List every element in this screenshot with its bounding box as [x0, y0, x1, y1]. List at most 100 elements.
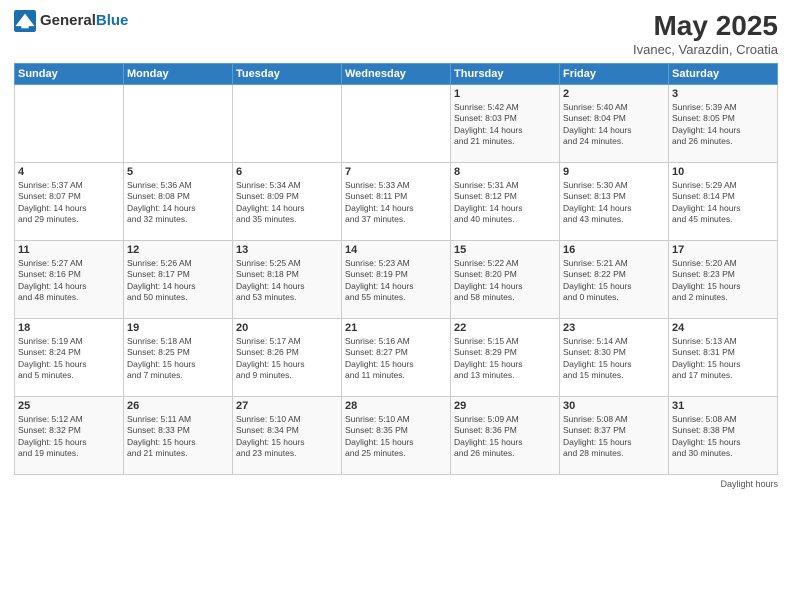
calendar-cell: 25 Sunrise: 5:12 AM Sunset: 8:32 PM Dayli… [15, 397, 124, 475]
calendar-cell: 16Sunrise: 5:21 AM Sunset: 8:22 PM Dayli… [560, 241, 669, 319]
calendar-cell: 30 Sunrise: 5:08 AM Sunset: 8:37 PM Dayli… [560, 397, 669, 475]
calendar-cell: 31 Sunrise: 5:08 AM Sunset: 8:38 PM Dayli… [669, 397, 778, 475]
day-number: 21 [345, 322, 447, 334]
calendar-cell: 3Sunrise: 5:39 AM Sunset: 8:05 PM Daylig… [669, 85, 778, 163]
day-info: Sunrise: 5:34 AM Sunset: 8:09 PM Dayligh… [236, 180, 338, 226]
day-number: 18 [18, 322, 120, 334]
day-number: 24 [672, 322, 774, 334]
day-number: 26 [127, 400, 229, 412]
calendar-table: Sunday Monday Tuesday Wednesday Thursday… [14, 63, 778, 475]
calendar-cell: 6 Sunrise: 5:34 AM Sunset: 8:09 PM Daylig… [233, 163, 342, 241]
day-number: 30 [563, 400, 665, 412]
logo-text-blue: Blue [96, 12, 129, 29]
day-info: Sunrise: 5:37 AM Sunset: 8:07 PM Dayligh… [18, 180, 120, 226]
day-number: 23 [563, 322, 665, 334]
day-number: 19 [127, 322, 229, 334]
day-info: Sunrise: 5:22 AM Sunset: 8:20 PM Dayligh… [454, 258, 556, 304]
day-info: Sunrise: 5:30 AM Sunset: 8:13 PM Dayligh… [563, 180, 665, 226]
day-number: 15 [454, 244, 556, 256]
header-row: Sunday Monday Tuesday Wednesday Thursday… [15, 64, 778, 85]
day-info: Sunrise: 5:36 AM Sunset: 8:08 PM Dayligh… [127, 180, 229, 226]
day-number: 22 [454, 322, 556, 334]
day-info: Sunrise: 5:18 AM Sunset: 8:25 PM Dayligh… [127, 336, 229, 382]
day-info: Sunrise: 5:42 AM Sunset: 8:03 PM Dayligh… [454, 102, 556, 148]
day-number: 17 [672, 244, 774, 256]
calendar-cell [233, 85, 342, 163]
day-number: 5 [127, 166, 229, 178]
day-number: 28 [345, 400, 447, 412]
calendar-cell: 9 Sunrise: 5:30 AM Sunset: 8:13 PM Daylig… [560, 163, 669, 241]
col-wednesday: Wednesday [342, 64, 451, 85]
calendar-cell: 11 Sunrise: 5:27 AM Sunset: 8:16 PM Dayli… [15, 241, 124, 319]
calendar-cell: 23Sunrise: 5:14 AM Sunset: 8:30 PM Dayli… [560, 319, 669, 397]
day-number: 6 [236, 166, 338, 178]
day-info: Sunrise: 5:16 AM Sunset: 8:27 PM Dayligh… [345, 336, 447, 382]
calendar-cell: 7 Sunrise: 5:33 AM Sunset: 8:11 PM Daylig… [342, 163, 451, 241]
month-title: May 2025 [633, 10, 778, 42]
calendar-cell: 10 Sunrise: 5:29 AM Sunset: 8:14 PM Dayli… [669, 163, 778, 241]
day-number: 9 [563, 166, 665, 178]
footer-label: Daylight hours [720, 479, 778, 489]
calendar-body: 1 Sunrise: 5:42 AM Sunset: 8:03 PM Daylig… [15, 85, 778, 475]
day-number: 25 [18, 400, 120, 412]
week-row-1: 1 Sunrise: 5:42 AM Sunset: 8:03 PM Daylig… [15, 85, 778, 163]
logo: GeneralBlue [14, 10, 128, 32]
day-number: 13 [236, 244, 338, 256]
day-info: Sunrise: 5:31 AM Sunset: 8:12 PM Dayligh… [454, 180, 556, 226]
calendar-cell: 24 Sunrise: 5:13 AM Sunset: 8:31 PM Dayli… [669, 319, 778, 397]
day-number: 1 [454, 88, 556, 100]
calendar-cell: 4Sunrise: 5:37 AM Sunset: 8:07 PM Daylig… [15, 163, 124, 241]
day-info: Sunrise: 5:15 AM Sunset: 8:29 PM Dayligh… [454, 336, 556, 382]
day-info: Sunrise: 5:26 AM Sunset: 8:17 PM Dayligh… [127, 258, 229, 304]
calendar-cell: 17Sunrise: 5:20 AM Sunset: 8:23 PM Dayli… [669, 241, 778, 319]
calendar-header: Sunday Monday Tuesday Wednesday Thursday… [15, 64, 778, 85]
day-number: 14 [345, 244, 447, 256]
day-info: Sunrise: 5:13 AM Sunset: 8:31 PM Dayligh… [672, 336, 774, 382]
calendar-cell [15, 85, 124, 163]
title-block: May 2025 Ivanec, Varazdin, Croatia [633, 10, 778, 57]
day-info: Sunrise: 5:09 AM Sunset: 8:36 PM Dayligh… [454, 414, 556, 460]
calendar-cell: 1 Sunrise: 5:42 AM Sunset: 8:03 PM Daylig… [451, 85, 560, 163]
day-number: 7 [345, 166, 447, 178]
day-info: Sunrise: 5:27 AM Sunset: 8:16 PM Dayligh… [18, 258, 120, 304]
calendar-cell: 28 Sunrise: 5:10 AM Sunset: 8:35 PM Dayli… [342, 397, 451, 475]
day-number: 31 [672, 400, 774, 412]
day-info: Sunrise: 5:29 AM Sunset: 8:14 PM Dayligh… [672, 180, 774, 226]
day-number: 11 [18, 244, 120, 256]
day-info: Sunrise: 5:08 AM Sunset: 8:38 PM Dayligh… [672, 414, 774, 460]
calendar-cell: 2Sunrise: 5:40 AM Sunset: 8:04 PM Daylig… [560, 85, 669, 163]
day-number: 29 [454, 400, 556, 412]
day-info: Sunrise: 5:12 AM Sunset: 8:32 PM Dayligh… [18, 414, 120, 460]
calendar-cell: 29 Sunrise: 5:09 AM Sunset: 8:36 PM Dayli… [451, 397, 560, 475]
calendar-cell: 12Sunrise: 5:26 AM Sunset: 8:17 PM Dayli… [124, 241, 233, 319]
day-number: 10 [672, 166, 774, 178]
calendar-cell: 15 Sunrise: 5:22 AM Sunset: 8:20 PM Dayli… [451, 241, 560, 319]
col-thursday: Thursday [451, 64, 560, 85]
col-monday: Monday [124, 64, 233, 85]
col-saturday: Saturday [669, 64, 778, 85]
logo-text-general: General [40, 12, 96, 29]
day-info: Sunrise: 5:10 AM Sunset: 8:35 PM Dayligh… [345, 414, 447, 460]
calendar-cell: 13 Sunrise: 5:25 AM Sunset: 8:18 PM Dayli… [233, 241, 342, 319]
day-number: 20 [236, 322, 338, 334]
day-info: Sunrise: 5:10 AM Sunset: 8:34 PM Dayligh… [236, 414, 338, 460]
day-info: Sunrise: 5:25 AM Sunset: 8:18 PM Dayligh… [236, 258, 338, 304]
day-number: 8 [454, 166, 556, 178]
main-container: GeneralBlue May 2025 Ivanec, Varazdin, C… [0, 0, 792, 612]
calendar-cell [124, 85, 233, 163]
day-number: 16 [563, 244, 665, 256]
day-info: Sunrise: 5:23 AM Sunset: 8:19 PM Dayligh… [345, 258, 447, 304]
logo-icon [14, 10, 36, 32]
col-friday: Friday [560, 64, 669, 85]
header: GeneralBlue May 2025 Ivanec, Varazdin, C… [14, 10, 778, 57]
calendar-cell: 20 Sunrise: 5:17 AM Sunset: 8:26 PM Dayli… [233, 319, 342, 397]
calendar-cell: 21 Sunrise: 5:16 AM Sunset: 8:27 PM Dayli… [342, 319, 451, 397]
day-number: 3 [672, 88, 774, 100]
calendar-cell: 18 Sunrise: 5:19 AM Sunset: 8:24 PM Dayli… [15, 319, 124, 397]
day-info: Sunrise: 5:08 AM Sunset: 8:37 PM Dayligh… [563, 414, 665, 460]
day-info: Sunrise: 5:17 AM Sunset: 8:26 PM Dayligh… [236, 336, 338, 382]
calendar-cell: 27Sunrise: 5:10 AM Sunset: 8:34 PM Dayli… [233, 397, 342, 475]
day-info: Sunrise: 5:33 AM Sunset: 8:11 PM Dayligh… [345, 180, 447, 226]
day-info: Sunrise: 5:19 AM Sunset: 8:24 PM Dayligh… [18, 336, 120, 382]
calendar-cell: 26Sunrise: 5:11 AM Sunset: 8:33 PM Dayli… [124, 397, 233, 475]
